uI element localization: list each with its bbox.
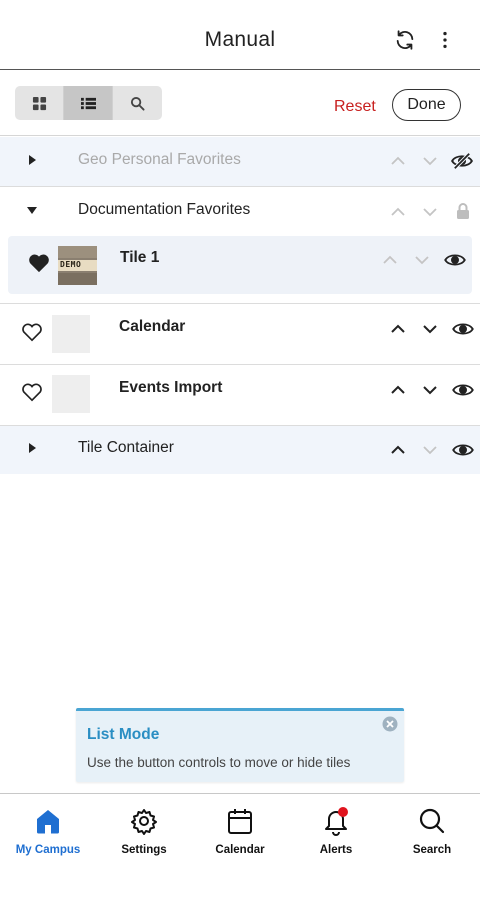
row-label: Events Import [119,379,223,396]
nav-my-campus[interactable]: My Campus [0,794,96,864]
grid-view-button[interactable] [15,86,64,120]
reset-button[interactable]: Reset [334,98,376,116]
calendar-icon [226,806,254,836]
heart-filled-icon[interactable] [28,252,50,274]
list-item: Tile Container [0,426,480,474]
move-down-button[interactable] [419,150,441,172]
app-header: Manual [0,0,480,70]
move-down-button[interactable] [411,249,433,271]
move-up-button[interactable] [387,150,409,172]
close-icon[interactable] [382,716,398,732]
edit-toolbar: Reset Done [0,71,480,136]
heart-outline-icon[interactable] [21,381,43,403]
nav-label: Search [412,844,452,856]
eye-icon[interactable] [452,439,474,461]
move-up-button[interactable] [387,439,409,461]
list-mode-toast: List Mode Use the button controls to mov… [76,708,404,782]
caret-right-icon[interactable] [24,152,40,168]
row-label: Documentation Favorites [78,201,251,218]
row-label: Geo Personal Favorites [78,151,241,168]
gear-icon [130,806,158,836]
tile-thumbnail [52,315,90,353]
home-icon [34,806,62,836]
eye-off-icon[interactable] [451,150,473,172]
done-button[interactable]: Done [392,89,461,121]
move-down-button[interactable] [419,201,441,223]
move-up-button[interactable] [387,201,409,223]
nav-label: Calendar [215,844,265,856]
move-up-button[interactable] [387,318,409,340]
row-label: Calendar [119,318,186,335]
move-down-button[interactable] [419,379,441,401]
thumbnail-text: DEMO [60,260,82,269]
move-up-button[interactable] [387,379,409,401]
eye-icon[interactable] [452,379,474,401]
nav-label: Settings [121,844,167,856]
nav-search[interactable]: Search [384,794,480,864]
caret-down-icon[interactable] [24,202,40,218]
list-view-button[interactable] [64,86,113,120]
bell-icon [322,806,350,836]
nav-alerts[interactable]: Alerts [288,794,384,864]
more-vertical-icon[interactable] [433,28,457,52]
lock-icon [452,200,474,222]
tile-thumbnail: DEMO [58,246,97,285]
view-mode-segmented-control [15,86,162,120]
toast-message: Use the button controls to move or hide … [87,755,351,770]
list-item: Geo Personal Favorites [0,137,480,187]
refresh-icon[interactable] [393,28,417,52]
toast-title: List Mode [87,726,160,743]
eye-icon[interactable] [444,249,466,271]
search-view-button[interactable] [113,86,162,120]
list-icon [80,97,96,109]
move-down-button[interactable] [419,439,441,461]
caret-right-icon[interactable] [24,440,40,456]
bottom-nav: My Campus Settings Calendar Alerts Searc… [0,793,480,908]
nav-calendar[interactable]: Calendar [192,794,288,864]
row-label: Tile Container [78,439,174,456]
nav-label: My Campus [15,844,81,856]
tile-thumbnail [52,375,90,413]
row-label: Tile 1 [120,249,160,266]
nav-label: Alerts [319,844,353,856]
list-item: Calendar [0,305,480,365]
nav-settings[interactable]: Settings [96,794,192,864]
heart-outline-icon[interactable] [21,321,43,343]
search-icon [418,806,446,836]
eye-icon[interactable] [452,318,474,340]
grid-icon [32,96,46,110]
search-icon [130,96,145,111]
list-item: Events Import [0,365,480,426]
move-up-button[interactable] [379,249,401,271]
move-down-button[interactable] [419,318,441,340]
